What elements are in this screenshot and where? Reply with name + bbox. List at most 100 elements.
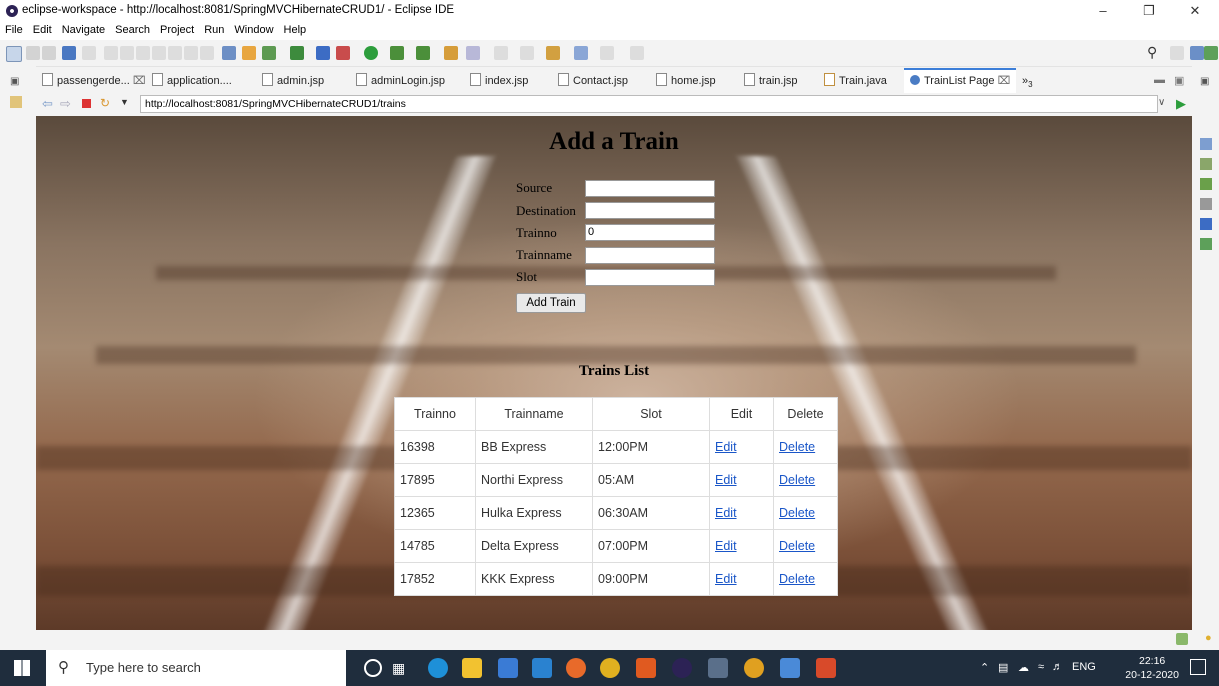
store-icon[interactable] [498,658,518,678]
wifi-icon[interactable]: ≈ [1038,661,1044,673]
trainname-input[interactable] [585,247,715,264]
disconnect-icon[interactable] [152,46,166,60]
outline-icon[interactable] [1200,138,1212,150]
suspend-icon[interactable] [120,46,134,60]
chrome-canary-icon[interactable] [744,658,764,678]
next-annotation-icon[interactable] [520,46,534,60]
forward-icon[interactable] [600,46,614,60]
java-ee-perspective-icon[interactable] [1190,46,1204,60]
properties-icon[interactable] [1200,198,1212,210]
tab-admin-jsp[interactable]: admin.jsp [262,70,324,92]
task-list-icon[interactable] [1200,158,1212,170]
external-tools-icon[interactable] [390,46,404,60]
tab-passengerdetails[interactable]: passengerde... ⌧ [42,70,146,92]
edit-link[interactable]: Edit [715,473,737,487]
edge-icon[interactable] [428,658,448,678]
tab-home-jsp[interactable]: home.jsp [656,70,716,92]
tray-overflow-icon[interactable]: ⌃ [980,661,989,674]
tab-contact-jsp[interactable]: Contact.jsp [558,70,628,92]
open-type-icon[interactable] [444,46,458,60]
close-button[interactable]: ✕ [1172,0,1218,22]
restore-icon[interactable]: ▣ [10,76,19,87]
console-icon[interactable] [1200,218,1212,230]
taskbar-clock[interactable]: 22:16 20-12-2020 [1125,654,1179,682]
cortana-icon[interactable] [364,659,382,677]
eclipse-taskbar-icon[interactable] [672,658,692,678]
notifications-icon[interactable] [1190,659,1206,675]
pin-editor-icon[interactable] [630,46,644,60]
delete-link[interactable]: Delete [779,539,815,553]
delete-link[interactable]: Delete [779,440,815,454]
tab-train-java[interactable]: Train.java [824,70,887,92]
menu-navigate[interactable]: Navigate [57,22,110,38]
minimize-view-icon[interactable]: ▬ [1154,74,1165,86]
terminal-icon[interactable] [62,46,76,60]
palette-icon[interactable] [1200,178,1212,190]
edit-link[interactable]: Edit [715,506,737,520]
back-icon[interactable] [574,46,588,60]
annotation-icon[interactable] [494,46,508,60]
add-train-button[interactable]: Add Train [516,293,586,313]
search-tool-icon[interactable] [466,46,480,60]
url-dropdown-icon[interactable]: ∨ [1158,97,1165,108]
chrome-icon[interactable] [600,658,620,678]
go-icon[interactable]: ▶ [1176,96,1186,112]
tab-train-jsp[interactable]: train.jsp [744,70,798,92]
file-explorer-icon[interactable] [462,658,482,678]
delete-link[interactable]: Delete [779,473,815,487]
tab-index-jsp[interactable]: index.jsp [470,70,528,92]
menu-run[interactable]: Run [199,22,229,38]
onedrive-icon[interactable]: ☁ [1018,661,1029,674]
new-java-project-icon[interactable] [416,46,430,60]
taskbar-search[interactable]: ⚲ Type here to search [46,650,346,686]
forward-arrow-icon[interactable]: ⇨ [60,96,71,112]
menu-file[interactable]: File [0,22,28,38]
url-input[interactable]: http://localhost:8081/SpringMVCHibernate… [140,95,1158,113]
save-all-icon[interactable] [42,46,56,60]
status-icon[interactable] [1176,633,1188,645]
refresh-icon[interactable]: ↻ [100,96,110,110]
tab-close-icon[interactable]: ⌧ [133,75,146,87]
menu-edit[interactable]: Edit [28,22,57,38]
server-icon[interactable] [262,46,276,60]
tab-trainlist-page[interactable]: TrainList Page ⌧ [904,68,1017,94]
mail-icon[interactable] [532,658,552,678]
coverage-icon[interactable] [336,46,350,60]
drop-to-frame-icon[interactable] [222,46,236,60]
last-edit-icon[interactable] [546,46,560,60]
use-step-filters-icon[interactable] [242,46,256,60]
delete-link[interactable]: Delete [779,506,815,520]
debug-perspective-icon[interactable] [1204,46,1218,60]
maximize-button[interactable]: ❐ [1126,0,1172,22]
language-indicator[interactable]: ENG [1072,661,1096,673]
search-icon[interactable]: ⚲ [1147,44,1157,61]
tab-overflow[interactable]: »3 [1022,70,1033,92]
volume-icon[interactable]: ♬ [1052,661,1063,673]
terminate-icon[interactable] [136,46,150,60]
menu-search[interactable]: Search [110,22,155,38]
firefox-icon[interactable] [566,658,586,678]
edit-link[interactable]: Edit [715,572,737,586]
back-arrow-icon[interactable]: ⇦ [42,96,53,112]
maximize-view-icon[interactable]: ▣ [1174,74,1184,87]
stop-icon[interactable] [82,99,91,108]
tab-close-icon[interactable]: ⌧ [998,75,1011,87]
menu-project[interactable]: Project [155,22,199,38]
run-icon[interactable] [364,46,378,60]
menu-help[interactable]: Help [279,22,312,38]
debug-icon[interactable] [290,46,304,60]
tab-application[interactable]: application.... [152,70,232,92]
network-icon[interactable]: ▤ [998,661,1008,674]
history-dropdown-icon[interactable]: ▼ [120,97,129,107]
step-into-icon[interactable] [168,46,182,60]
app-icon[interactable] [636,658,656,678]
destination-input[interactable] [585,202,715,219]
mysql-icon[interactable] [708,658,728,678]
trainno-input[interactable]: 0 [585,224,715,241]
windows-start-icon[interactable] [14,660,30,676]
resume-icon[interactable] [104,46,118,60]
step-over-icon[interactable] [184,46,198,60]
task-view-icon[interactable]: ▦ [392,660,405,677]
source-input[interactable] [585,180,715,197]
menu-window[interactable]: Window [229,22,278,38]
